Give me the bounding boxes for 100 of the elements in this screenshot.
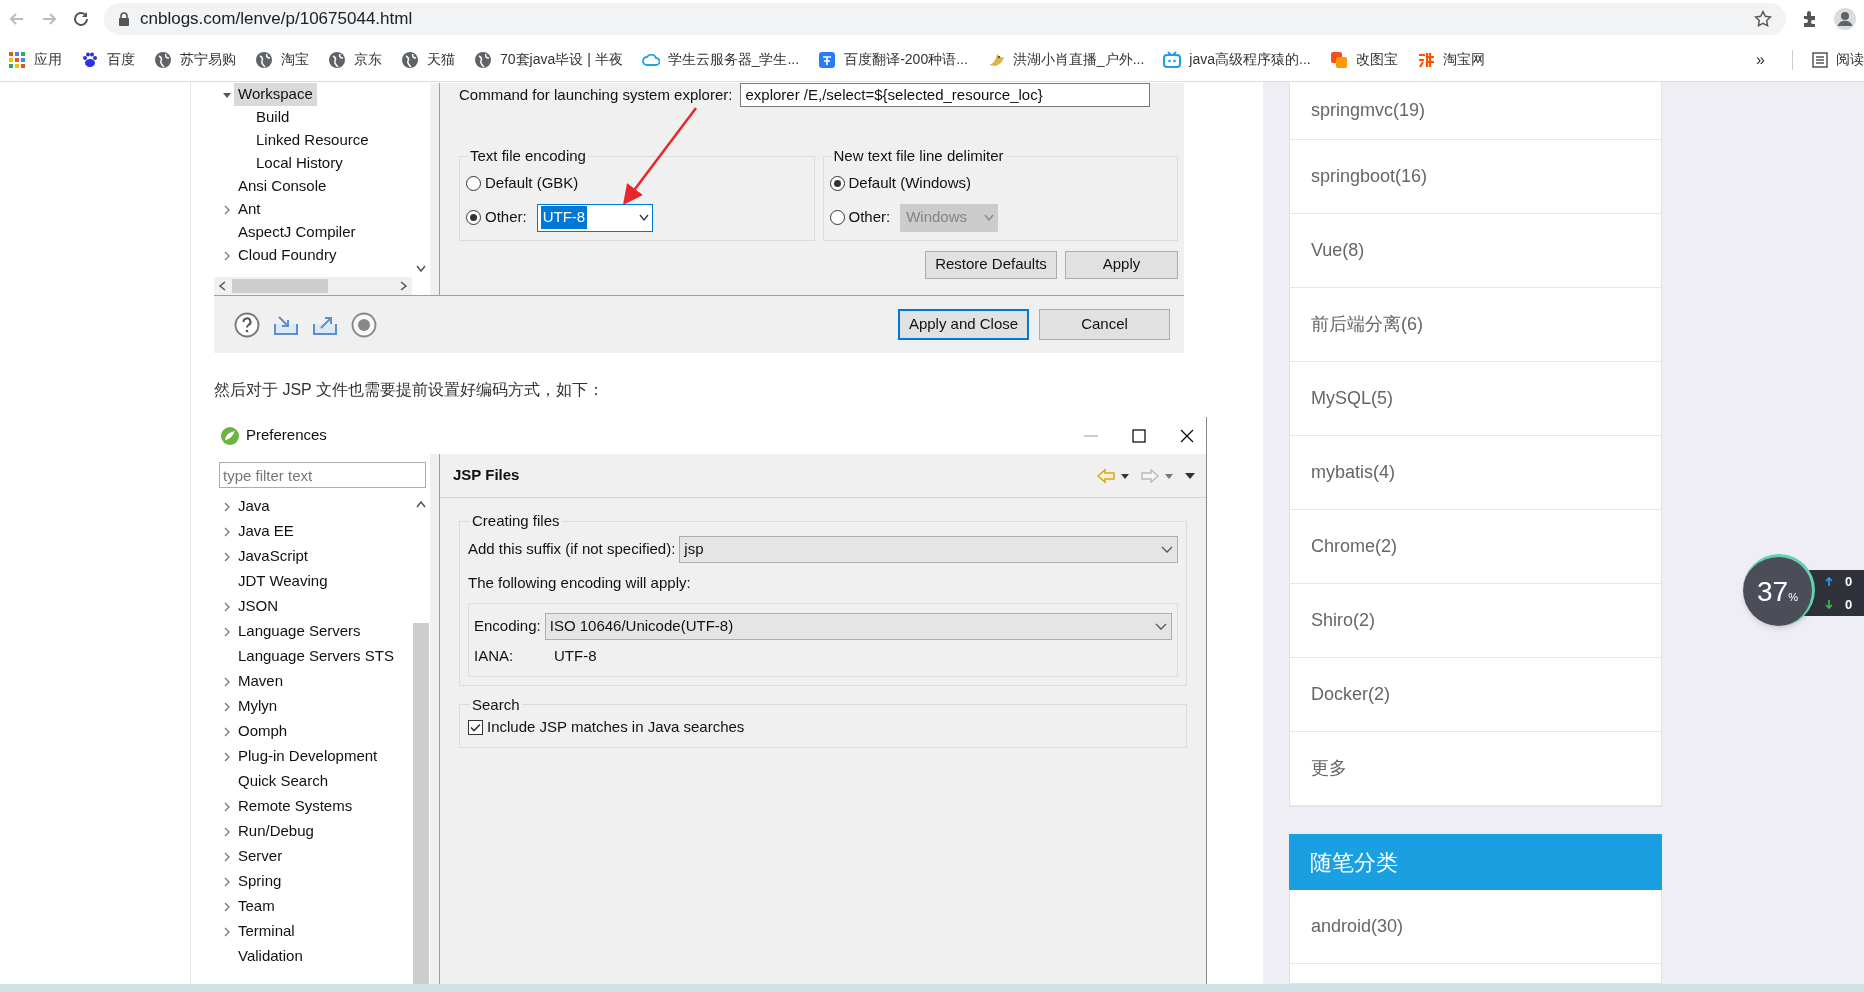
tree-item[interactable]: Ant xyxy=(234,198,265,221)
tree-item[interactable]: Workspace xyxy=(234,83,317,106)
help-icon xyxy=(234,311,260,338)
category-link[interactable]: springboot(16) xyxy=(1311,163,1428,190)
record-icon xyxy=(351,311,377,338)
dialog-button[interactable]: Apply xyxy=(1065,250,1178,279)
category-link[interactable]: 前后端分离(6) xyxy=(1311,311,1423,338)
radio-button[interactable] xyxy=(829,176,845,191)
radio-button[interactable] xyxy=(829,210,845,225)
category-link[interactable]: mybatis(4) xyxy=(1311,459,1395,486)
category-link[interactable]: Docker(2) xyxy=(1311,681,1390,708)
tree-item[interactable]: JSON xyxy=(234,595,282,618)
tree-item[interactable]: Spring xyxy=(234,870,286,893)
filter-field[interactable]: type filter text xyxy=(219,462,426,488)
checkmark-icon xyxy=(470,722,481,732)
tree-item[interactable]: AspectJ Compiler xyxy=(234,221,360,244)
tree-item[interactable]: JDT Weaving xyxy=(234,570,332,593)
tree-item[interactable]: Ansi Console xyxy=(234,175,331,198)
bookmark-link[interactable]: 学生云服务器_学生... xyxy=(667,49,800,70)
tree-item[interactable]: Build xyxy=(252,106,294,129)
command-field[interactable]: explorer /E,/select=${selected_resource_loc} xyxy=(740,83,1151,107)
dialog-button[interactable]: Apply and Close xyxy=(898,309,1029,340)
upload-speed: 0 xyxy=(1845,572,1853,591)
globe-icon xyxy=(474,50,492,69)
scroll-left-icon xyxy=(218,281,226,291)
tree-item[interactable]: JavaScript xyxy=(234,545,313,568)
profile-icon xyxy=(1834,8,1856,30)
tree-item[interactable]: Mylyn xyxy=(234,695,282,718)
category-link[interactable]: 更多 xyxy=(1311,755,1347,782)
category-link[interactable]: Vue(8) xyxy=(1311,237,1365,264)
apps-grid-icon xyxy=(8,50,26,69)
tree-item[interactable]: Terminal xyxy=(234,920,299,943)
category-link[interactable]: MySQL(5) xyxy=(1311,385,1393,412)
bookmark-link[interactable]: 百度 xyxy=(107,49,135,70)
tv-icon xyxy=(1163,50,1182,69)
dialog-button[interactable]: Restore Defaults xyxy=(925,250,1057,279)
window-title: Preferences xyxy=(246,425,327,446)
maximize-icon xyxy=(1132,428,1146,443)
tree-item[interactable]: Plug-in Development xyxy=(234,745,382,768)
field-label: Command for launching system explorer: xyxy=(459,84,733,105)
scroll-right-icon xyxy=(400,281,408,291)
dropdown[interactable]: UTF-8 xyxy=(536,203,653,232)
reload-icon xyxy=(72,10,90,28)
bookmark-link[interactable]: 洪湖小肖直播_户外... xyxy=(1012,49,1145,70)
bottom-scrollbar[interactable] xyxy=(0,984,1864,992)
bookmark-link[interactable]: 淘宝网 xyxy=(1442,49,1485,70)
bookmark-link[interactable]: 应用 xyxy=(34,49,62,70)
section-header: 随笔分类 xyxy=(1289,834,1662,890)
radio-label: Other: xyxy=(485,207,527,228)
bookmark-link[interactable]: 淘宝 xyxy=(281,49,309,70)
bookmark-link[interactable]: 改图宝 xyxy=(1355,49,1398,70)
tree-item[interactable]: Server xyxy=(234,845,287,868)
percent-value: 37 xyxy=(1757,574,1789,609)
bookmark-link[interactable]: 天猫 xyxy=(427,49,455,70)
leaf-logo-icon xyxy=(220,425,240,446)
tree-item[interactable]: Java EE xyxy=(234,520,298,543)
bookmark-link[interactable]: 70套java毕设 | 半夜 xyxy=(500,49,623,70)
tree-item[interactable]: Language Servers STS xyxy=(234,645,398,668)
tree-item[interactable]: Team xyxy=(234,895,279,918)
lock-icon xyxy=(118,12,130,26)
bookmark-link[interactable]: 京东 xyxy=(354,49,382,70)
upload-arrow-icon xyxy=(1825,576,1833,586)
squares-icon xyxy=(1329,50,1348,69)
tree-item[interactable]: Oomph xyxy=(234,720,292,743)
dialog-button[interactable]: Cancel xyxy=(1039,309,1170,340)
category-link[interactable]: Chrome(2) xyxy=(1311,533,1398,560)
paw-icon xyxy=(81,50,99,69)
star-icon xyxy=(1754,10,1772,28)
dropdown[interactable]: jsp xyxy=(679,536,1178,563)
dropdown[interactable]: ISO 10646/Unicode(UTF-8) xyxy=(544,613,1172,640)
bookmark-link[interactable]: java高级程序猿的... xyxy=(1189,49,1311,70)
address-bar[interactable]: cnblogs.com/lenve/p/10675044.html xyxy=(104,3,1786,35)
radio-button[interactable] xyxy=(466,176,481,191)
chevron-down-icon xyxy=(1161,545,1173,554)
category-link[interactable]: Shiro(2) xyxy=(1311,607,1376,634)
field-value: UTF-8 xyxy=(554,646,597,667)
bookmark-link[interactable]: 百度翻译-200种语... xyxy=(844,49,968,70)
globe-icon xyxy=(255,50,273,69)
tree-item[interactable]: Language Servers xyxy=(234,620,365,643)
group-title: Text file encoding xyxy=(469,146,587,166)
bookmark-link[interactable]: 苏宁易购 xyxy=(180,49,236,70)
reading-list-link[interactable]: 阅读 xyxy=(1836,49,1864,70)
tree-item[interactable]: Java xyxy=(234,495,274,518)
tree-item[interactable]: Remote Systems xyxy=(234,795,357,818)
more-bookmarks-button[interactable]: » xyxy=(1756,47,1765,72)
field-label: IANA: xyxy=(474,646,515,667)
radio-button[interactable] xyxy=(466,210,481,225)
tree-item[interactable]: Maven xyxy=(234,670,288,693)
category-link[interactable]: springmvc(19) xyxy=(1311,97,1426,124)
tree-item[interactable]: Validation xyxy=(234,945,307,968)
tree-item[interactable]: Run/Debug xyxy=(234,820,318,843)
checkbox[interactable] xyxy=(468,719,483,735)
tree-item[interactable]: Quick Search xyxy=(234,770,333,793)
tree-item[interactable]: Linked Resource xyxy=(252,129,373,152)
scroll-up-icon xyxy=(416,500,426,508)
tree-item[interactable]: Local History xyxy=(252,152,347,175)
horizontal-scrollbar[interactable] xyxy=(214,277,412,295)
scroll-down-icon xyxy=(416,265,426,273)
category-link[interactable]: android(30) xyxy=(1311,913,1404,940)
tree-item[interactable]: Cloud Foundry xyxy=(234,244,341,267)
